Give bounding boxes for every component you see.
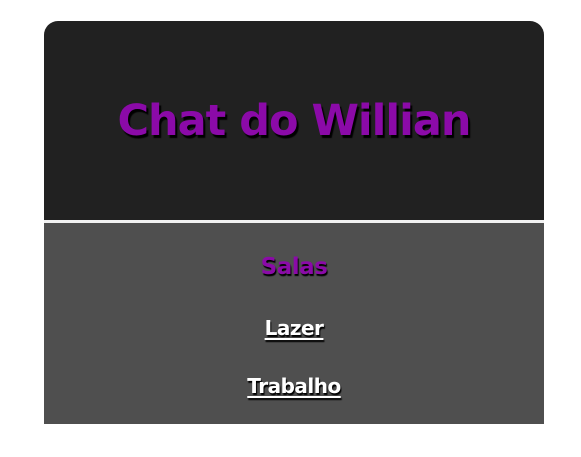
- chat-header: Chat do Willian: [44, 21, 544, 220]
- chat-card: Chat do Willian Salas Lazer Trabalho: [44, 21, 544, 424]
- rooms-panel: Salas Lazer Trabalho: [44, 223, 544, 424]
- page-title: Chat do Willian: [117, 95, 471, 146]
- rooms-heading: Salas: [260, 254, 328, 280]
- room-link-lazer[interactable]: Lazer: [44, 316, 544, 340]
- room-link-trabalho[interactable]: Trabalho: [44, 374, 544, 398]
